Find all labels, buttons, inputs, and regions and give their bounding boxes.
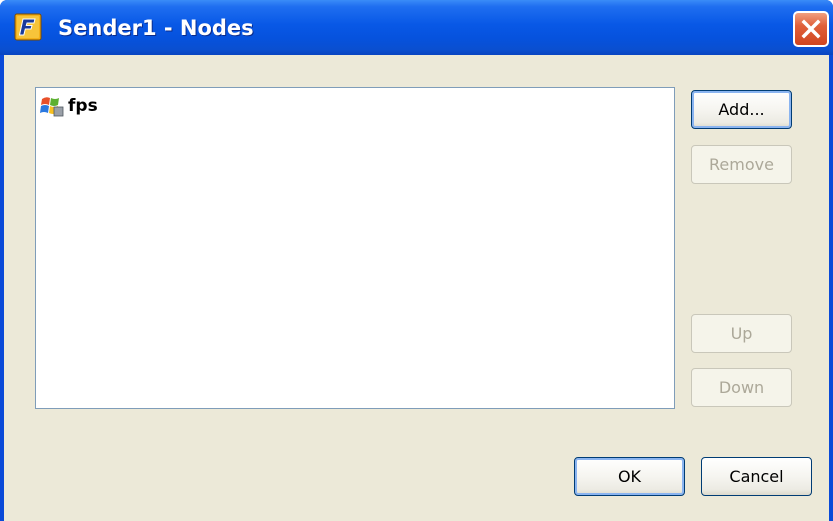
list-item[interactable]: fps xyxy=(40,93,98,119)
up-button[interactable]: Up xyxy=(691,314,792,353)
add-button-label: Add... xyxy=(718,100,765,119)
title-bar[interactable]: Sender1 - Nodes xyxy=(0,0,833,55)
cancel-button[interactable]: Cancel xyxy=(701,457,812,496)
add-button[interactable]: Add... xyxy=(691,90,792,129)
remove-button-label: Remove xyxy=(709,155,774,174)
ok-button[interactable]: OK xyxy=(574,457,685,496)
node-label: fps xyxy=(68,96,98,116)
app-logo-icon xyxy=(14,13,42,41)
down-button-label: Down xyxy=(718,378,765,397)
cancel-button-label: Cancel xyxy=(729,467,784,486)
ok-button-label: OK xyxy=(617,467,642,486)
down-button[interactable]: Down xyxy=(691,368,792,407)
remove-button[interactable]: Remove xyxy=(691,145,792,184)
node-list[interactable]: fps xyxy=(35,87,675,409)
close-button[interactable] xyxy=(793,11,829,47)
close-icon xyxy=(801,19,821,39)
dialog-body: fps Add... Remove Up Down OK Cancel xyxy=(4,55,829,521)
nodes-dialog: Sender1 - Nodes fps Add... Remove Up Dow… xyxy=(0,0,833,521)
window-title: Sender1 - Nodes xyxy=(58,16,254,40)
windows-computer-icon xyxy=(40,95,64,117)
up-button-label: Up xyxy=(730,324,753,343)
